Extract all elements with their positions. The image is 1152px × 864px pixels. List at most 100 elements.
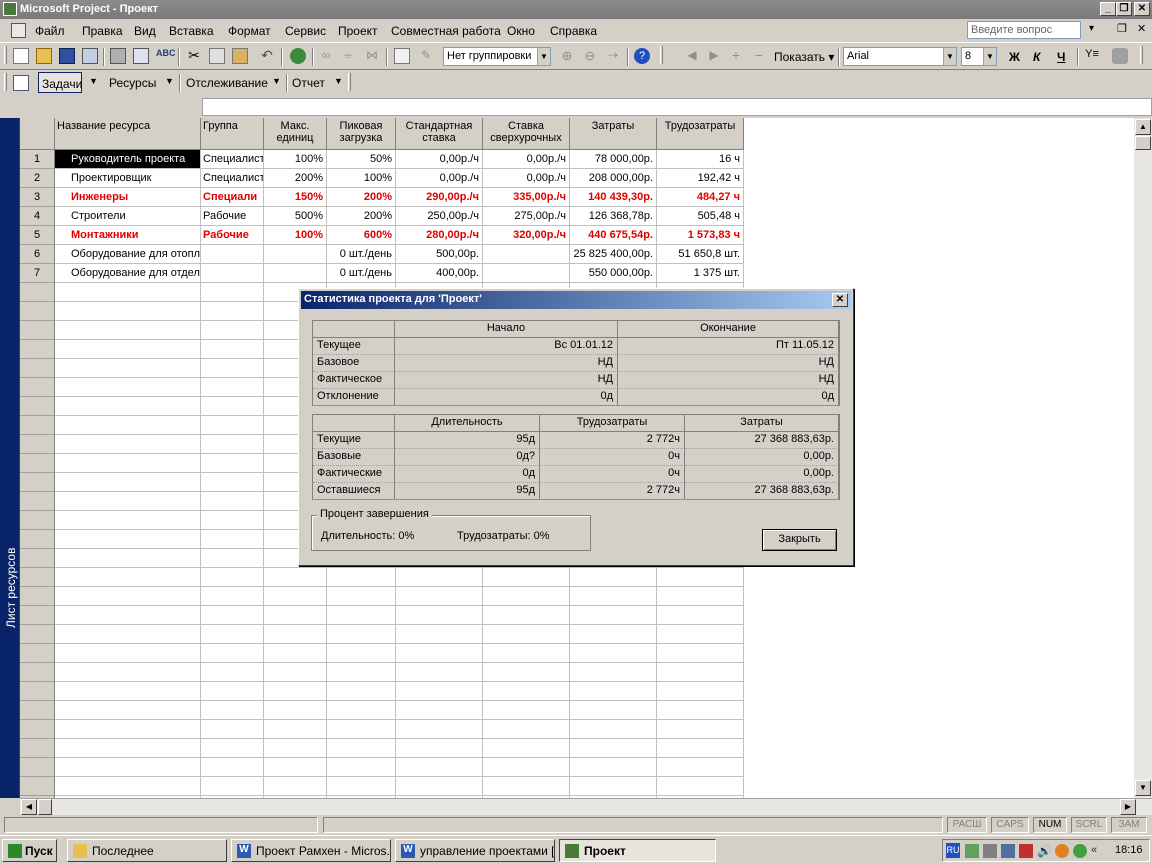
table-cell[interactable] [264,777,327,796]
table-cell[interactable] [55,720,201,739]
table-cell[interactable] [264,606,327,625]
task-word-management[interactable]: Wуправление проектами [... [395,839,555,862]
row-header[interactable] [20,701,55,720]
table-cell[interactable] [201,359,264,378]
table-cell[interactable] [264,587,327,606]
table-cell[interactable] [483,682,570,701]
table-cell[interactable] [55,283,201,302]
table-cell[interactable] [201,378,264,397]
table-cell[interactable] [264,625,327,644]
table-cell[interactable] [327,625,396,644]
cell-max[interactable]: 150% [264,188,327,207]
table-cell[interactable] [264,720,327,739]
resources-dropdown-icon[interactable]: ▼ [165,76,174,86]
unlink-tasks-icon[interactable]: ⌯ [340,48,356,64]
table-cell[interactable] [570,587,657,606]
row-header[interactable] [20,511,55,530]
table-cell[interactable] [483,587,570,606]
report-guide-button[interactable]: Отчет [292,76,325,90]
row-header[interactable] [20,359,55,378]
cell-std[interactable]: 0,00р./ч [396,150,483,169]
table-cell[interactable] [657,777,744,796]
cell-name[interactable]: Оборудование для отдел [55,264,201,283]
table-cell[interactable] [264,644,327,663]
table-cell[interactable] [570,777,657,796]
row-header[interactable] [20,492,55,511]
open-icon[interactable] [36,48,52,64]
table-cell[interactable] [201,739,264,758]
table-cell[interactable] [570,739,657,758]
cell-cost[interactable]: 126 368,78р. [570,207,657,226]
document-icon[interactable] [11,23,26,38]
table-cell[interactable] [327,682,396,701]
row-header[interactable] [20,473,55,492]
table-cell[interactable] [201,454,264,473]
cell-name[interactable]: Проектировщик [55,169,201,188]
toolbar-grip[interactable] [4,46,7,64]
col-max-units[interactable]: Макс. единиц [264,118,327,150]
cell-max[interactable] [264,245,327,264]
table-cell[interactable] [396,625,483,644]
cell-work[interactable]: 16 ч [657,150,744,169]
toolbar-grip[interactable] [348,73,351,91]
table-cell[interactable] [55,777,201,796]
table-cell[interactable] [327,568,396,587]
row-header[interactable] [20,739,55,758]
table-cell[interactable] [55,587,201,606]
cell-cost[interactable]: 550 000,00р. [570,264,657,283]
table-cell[interactable] [201,701,264,720]
cell-ovt[interactable]: 335,00р./ч [483,188,570,207]
table-cell[interactable] [570,701,657,720]
show-outline-button[interactable]: Показать ▾ [774,50,834,64]
table-cell[interactable] [55,321,201,340]
volume-icon[interactable]: 🔊 [1037,844,1052,858]
row-header[interactable] [20,416,55,435]
table-cell[interactable] [570,568,657,587]
menu-window[interactable]: Окно [507,24,535,38]
table-cell[interactable] [201,568,264,587]
toolbar-grip[interactable] [660,46,663,64]
toolbar-grip[interactable] [1140,46,1143,64]
table-cell[interactable] [55,625,201,644]
go-to-task-icon[interactable]: ⇢ [605,48,621,64]
table-cell[interactable] [55,473,201,492]
row-header[interactable] [20,321,55,340]
help-question-input[interactable]: Введите вопрос [967,21,1081,39]
vertical-scrollbar[interactable]: ▲ ▼ [1134,118,1152,798]
table-cell[interactable] [327,606,396,625]
table-cell[interactable] [55,644,201,663]
tasks-dropdown-icon[interactable]: ▼ [89,76,98,86]
table-cell[interactable] [657,587,744,606]
row-header[interactable] [20,587,55,606]
cell-group[interactable]: Специалист [201,150,264,169]
menu-format[interactable]: Формат [228,24,271,38]
monitor-icon[interactable] [1001,844,1015,858]
table-cell[interactable] [483,606,570,625]
table-cell[interactable] [55,454,201,473]
table-cell[interactable] [570,663,657,682]
table-cell[interactable] [201,682,264,701]
table-cell[interactable] [483,739,570,758]
row-header[interactable] [20,663,55,682]
cell-group[interactable]: Рабочие [201,226,264,245]
guide-toggle-icon[interactable] [13,75,29,91]
table-cell[interactable] [55,397,201,416]
search-files-icon[interactable] [82,48,98,64]
menu-tools[interactable]: Сервис [285,24,326,38]
print-preview-icon[interactable] [133,48,149,64]
underline-button[interactable]: Ч [1057,50,1065,64]
cell-ovt[interactable]: 0,00р./ч [483,150,570,169]
row-header[interactable] [20,720,55,739]
cell-work[interactable]: 1 375 шт. [657,264,744,283]
row-header[interactable]: 2 [20,169,55,188]
table-cell[interactable] [396,606,483,625]
table-cell[interactable] [396,720,483,739]
cell-ovt[interactable] [483,245,570,264]
paste-icon[interactable] [232,48,248,64]
minimize-button[interactable]: _ [1100,2,1116,16]
scroll-up-icon[interactable]: ▲ [1135,119,1151,135]
col-resource-name[interactable]: Название ресурса [55,118,201,150]
hyperlink-globe-icon[interactable] [290,48,306,64]
cell-max[interactable]: 200% [264,169,327,188]
row-header[interactable] [20,644,55,663]
